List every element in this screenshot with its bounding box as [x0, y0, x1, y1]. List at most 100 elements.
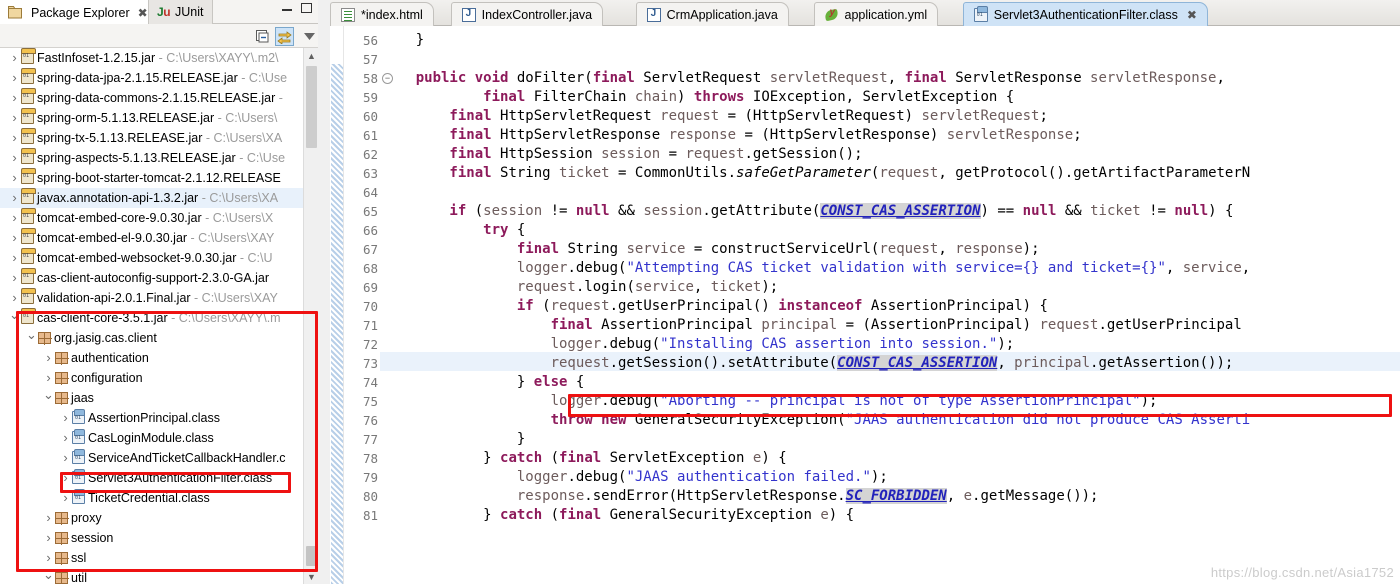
view-menu-button[interactable] [300, 27, 319, 46]
tree-item[interactable]: session [0, 528, 303, 548]
editor-tab[interactable]: Servlet3AuthenticationFilter.class ✖ [962, 2, 1208, 26]
code-token: } [382, 450, 501, 466]
tree-item[interactable]: proxy [0, 508, 303, 528]
tree-item[interactable]: javax.annotation-api-1.3.2.jar - C:\User… [0, 188, 303, 208]
editor-tab[interactable]: *index.html [330, 2, 434, 26]
chevron-right-icon[interactable] [59, 488, 72, 509]
code-token: ( [542, 298, 551, 314]
tree-item-label: tomcat-embed-websocket-9.0.30.jar [37, 251, 237, 265]
tree-item[interactable]: authentication [0, 348, 303, 368]
chevron-right-icon[interactable] [8, 208, 21, 229]
code-token: .getMessage()); [972, 488, 1099, 504]
tree-item[interactable]: FastInfoset-1.2.15.jar - C:\Users\XAYY\.… [0, 48, 303, 68]
chevron-right-icon[interactable] [8, 168, 21, 189]
scroll-up-icon[interactable]: ▲ [304, 48, 319, 63]
tree-item[interactable]: spring-tx-5.1.13.RELEASE.jar - C:\Users\… [0, 128, 303, 148]
tree-item[interactable]: Servlet3AuthenticationFilter.class [0, 468, 303, 488]
code-token: catch [500, 507, 551, 523]
tab-label: JUnit [175, 5, 204, 19]
chevron-down-icon[interactable] [25, 328, 38, 349]
chevron-right-icon[interactable] [59, 408, 72, 429]
chevron-right-icon[interactable] [8, 88, 21, 109]
editor-tab[interactable]: IndexController.java [450, 2, 604, 26]
code-editor[interactable]: 56 57 58−59 60 61 62 63 64 65 66 67 68 69 70 71 72 73 74 7… [330, 26, 1400, 584]
project-tree[interactable]: FastInfoset-1.2.15.jar - C:\Users\XAYY\.… [0, 48, 318, 584]
chevron-right-icon[interactable] [59, 468, 72, 489]
tree-item[interactable]: configuration [0, 368, 303, 388]
tab-junit[interactable]: Ju JUnit [148, 0, 213, 24]
line-number-gutter[interactable]: 56 57 58−59 60 61 62 63 64 65 66 67 68 69 70 71 72 73 74 7… [344, 26, 393, 584]
chevron-down-icon[interactable] [8, 308, 21, 329]
tree-item[interactable]: spring-data-jpa-2.1.15.RELEASE.jar - C:\… [0, 68, 303, 88]
tree-item[interactable]: org.jasig.cas.client [0, 328, 303, 348]
tree-item[interactable]: CasLoginModule.class [0, 428, 303, 448]
tree-item[interactable]: tomcat-embed-websocket-9.0.30.jar - C:\U [0, 248, 303, 268]
tree-item[interactable]: spring-orm-5.1.13.RELEASE.jar - C:\Users… [0, 108, 303, 128]
code-token: safeGetParameter [736, 165, 871, 181]
tree-item[interactable]: spring-boot-starter-tomcat-2.1.12.RELEAS… [0, 168, 303, 188]
tree-item-label: validation-api-2.0.1.Final.jar [37, 291, 191, 305]
maximize-icon[interactable] [301, 3, 312, 13]
code-token: .sendError(HttpServletResponse. [584, 488, 846, 504]
tree-item[interactable]: tomcat-embed-el-9.0.30.jar - C:\Users\XA… [0, 228, 303, 248]
tree-item-path: - C:\Users\XAY [190, 291, 278, 305]
chevron-right-icon[interactable] [59, 428, 72, 449]
chevron-right-icon[interactable] [42, 348, 55, 369]
chevron-right-icon[interactable] [8, 228, 21, 249]
jar-icon [21, 188, 36, 205]
chevron-right-icon[interactable] [8, 108, 21, 129]
chevron-right-icon[interactable] [59, 448, 72, 469]
tree-item[interactable]: ssl [0, 548, 303, 568]
tree-item[interactable]: util [0, 568, 303, 584]
chevron-down-icon[interactable] [42, 388, 55, 409]
code-token: principal [761, 317, 838, 333]
java-file-icon [646, 7, 661, 22]
chevron-right-icon[interactable] [8, 148, 21, 169]
close-icon[interactable]: ✖ [1187, 9, 1197, 21]
chevron-right-icon[interactable] [8, 188, 21, 209]
chevron-right-icon[interactable] [8, 68, 21, 89]
code-token: ticket [710, 279, 762, 295]
link-with-editor-button[interactable] [275, 27, 294, 46]
chevron-right-icon[interactable] [42, 528, 55, 549]
editor-tab[interactable]: CrmApplication.java [635, 2, 789, 26]
collapse-all-button[interactable] [253, 27, 272, 46]
chevron-right-icon[interactable] [8, 248, 21, 269]
chevron-right-icon[interactable] [8, 128, 21, 149]
line-number: 63 [362, 166, 378, 181]
code-token: ); [1022, 241, 1040, 257]
editor-tab[interactable]: application.yml [813, 2, 939, 26]
eclipse-ide-window: Package Explorer ✖ Ju JUnit ›01FastInfos… [0, 0, 1400, 584]
tab-package-explorer[interactable]: Package Explorer ✖ [0, 0, 157, 24]
code-token: SC_FORBIDDEN [845, 488, 947, 504]
chevron-right-icon[interactable] [8, 48, 21, 69]
scrollbar-thumb-lower[interactable] [306, 546, 317, 566]
line-number: 72 [362, 337, 378, 352]
tree-item[interactable]: validation-api-2.0.1.Final.jar - C:\User… [0, 288, 303, 308]
code-token: , [693, 279, 711, 295]
chevron-right-icon[interactable] [42, 508, 55, 529]
tree-item[interactable]: spring-data-commons-2.1.15.RELEASE.jar - [0, 88, 303, 108]
minimize-icon[interactable] [282, 1, 292, 11]
tree-item[interactable]: cas-client-autoconfig-support-2.3.0-GA.j… [0, 268, 303, 288]
tree-item[interactable]: tomcat-embed-core-9.0.30.jar - C:\Users\… [0, 208, 303, 228]
chevron-down-icon[interactable] [42, 568, 55, 584]
tree-item[interactable]: jaas [0, 388, 303, 408]
tree-item[interactable]: AssertionPrincipal.class [0, 408, 303, 428]
tree-vertical-scrollbar[interactable]: ▲ ▼ [303, 48, 318, 584]
tree-item[interactable]: TicketCredential.class [0, 488, 303, 508]
annotation-ruler[interactable] [330, 26, 344, 584]
tree-item[interactable]: cas-client-core-3.5.1.jar - C:\Users\XAY… [0, 308, 303, 328]
scroll-down-icon[interactable]: ▼ [304, 569, 319, 584]
tab-label: Package Explorer [31, 6, 130, 20]
code-content[interactable]: } public void doFilter(final ServletRequ… [382, 26, 1400, 584]
scrollbar-thumb[interactable] [306, 66, 317, 148]
code-token: throws [693, 89, 753, 105]
tree-item[interactable]: spring-aspects-5.1.13.RELEASE.jar - C:\U… [0, 148, 303, 168]
code-token: ( [550, 450, 560, 466]
chevron-right-icon[interactable] [8, 268, 21, 289]
close-icon[interactable]: ✖ [138, 7, 148, 19]
panel-divider[interactable] [318, 0, 330, 584]
tree-item[interactable]: ServiceAndTicketCallbackHandler.c [0, 448, 303, 468]
code-token: "Installing CAS assertion into session." [660, 336, 998, 352]
